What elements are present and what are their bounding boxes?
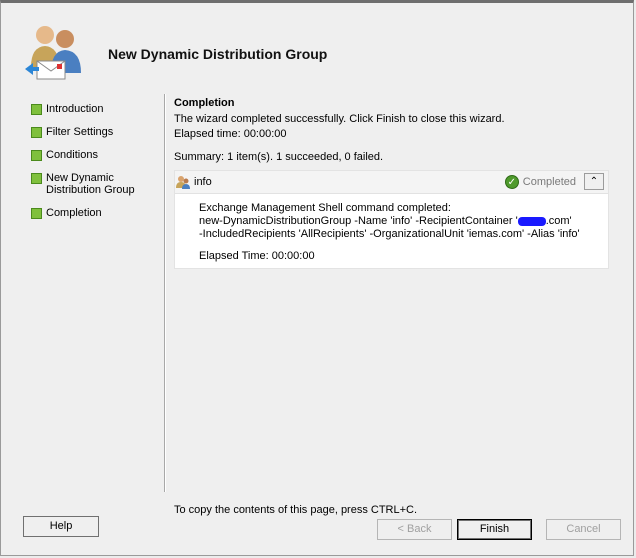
status-completed: ✓ Completed (504, 175, 576, 189)
step-complete-icon (31, 173, 42, 184)
step-complete-icon (31, 127, 42, 138)
collapse-button[interactable]: ⌃ (584, 173, 604, 190)
result-line: -IncludedRecipients 'AllRecipients' -Org… (199, 228, 580, 240)
step-label: Completion (46, 207, 102, 219)
command-text: .com' (545, 215, 572, 227)
help-button[interactable]: Help (23, 516, 99, 537)
result-header: info ✓ Completed ⌃ (175, 171, 608, 194)
step-complete-icon (31, 150, 42, 161)
user-icon (175, 174, 191, 190)
step-conditions[interactable]: Conditions (31, 149, 163, 161)
check-icon: ✓ (504, 175, 519, 189)
users-mail-icon (23, 19, 89, 85)
step-label: Introduction (46, 103, 104, 115)
result-body: Exchange Management Shell command comple… (175, 194, 608, 268)
step-complete-icon (31, 208, 42, 219)
back-button[interactable]: < Back (377, 519, 452, 540)
completion-content: Completion The wizard completed successf… (174, 97, 610, 269)
step-new-dynamic-distribution-group[interactable]: New Dynamic Distribution Group (31, 172, 141, 196)
step-introduction[interactable]: Introduction (31, 103, 163, 115)
result-panel: info ✓ Completed ⌃ Exchange Management Sh… (174, 170, 609, 269)
wizard-title: New Dynamic Distribution Group (108, 46, 328, 62)
status-label: Completed (522, 175, 576, 188)
summary: Summary: 1 item(s). 1 succeeded, 0 faile… (174, 151, 384, 163)
section-title: Completion (174, 97, 235, 109)
chevron-double-up-icon: ⌃ (589, 176, 599, 187)
cancel-button[interactable]: Cancel (546, 519, 621, 540)
redaction-mark (517, 216, 546, 226)
wizard-window: New Dynamic Distribution Group Introduct… (0, 0, 634, 556)
wizard-steps: Introduction Filter Settings Conditions … (31, 103, 163, 230)
step-completion[interactable]: Completion (31, 207, 163, 219)
command-text: new-DynamicDistributionGroup -Name 'info… (199, 215, 518, 227)
result-line: new-DynamicDistributionGroup -Name 'info… (199, 215, 608, 228)
result-line: Exchange Management Shell command comple… (199, 202, 451, 214)
step-label: New Dynamic Distribution Group (46, 172, 135, 196)
elapsed-time: Elapsed time: 00:00:00 (174, 128, 287, 140)
step-filter-settings[interactable]: Filter Settings (31, 126, 163, 138)
result-elapsed: Elapsed Time: 00:00:00 (199, 250, 315, 262)
step-complete-icon (31, 104, 42, 115)
step-label: Filter Settings (46, 126, 114, 138)
finish-button[interactable]: Finish (457, 519, 532, 540)
completion-message: The wizard completed successfully. Click… (174, 113, 505, 125)
result-name: info (194, 176, 212, 188)
step-label: Conditions (46, 149, 98, 161)
copy-hint: To copy the contents of this page, press… (174, 504, 418, 516)
divider (164, 94, 166, 492)
